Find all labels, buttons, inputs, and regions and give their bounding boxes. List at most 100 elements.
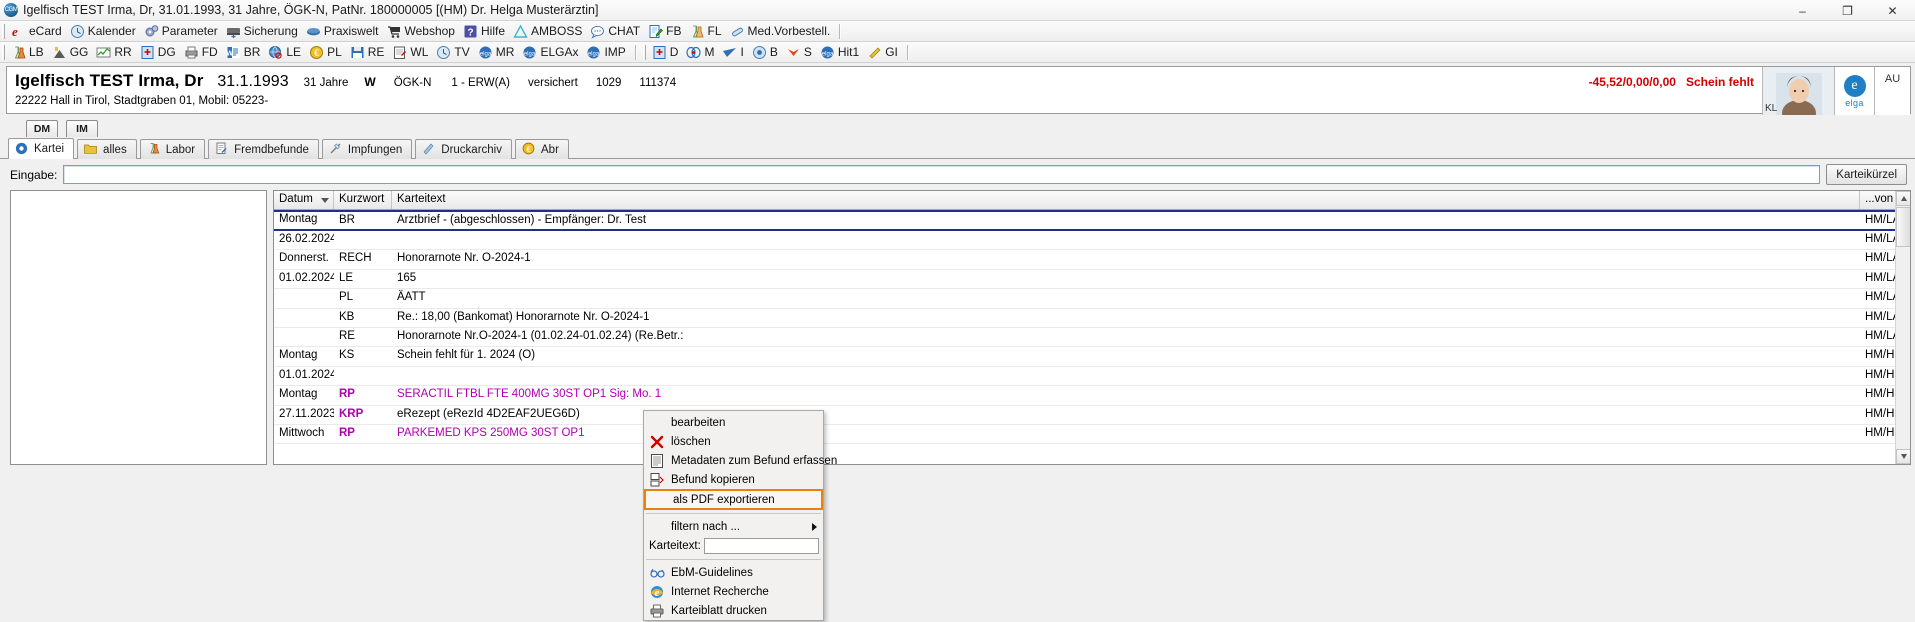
table-row[interactable]: Montag KS Schein fehlt für 1. 2024 (O) H…	[274, 347, 1910, 367]
shortcut-item-mr[interactable]: elga MR	[475, 43, 520, 62]
shortcut-item-pl[interactable]: € PL	[306, 43, 347, 62]
shortcut-item-b[interactable]: B	[749, 43, 783, 62]
table-row[interactable]: Montag RP SERACTIL FTBL FTE 400MG 30ST O…	[274, 386, 1910, 406]
toolbar-item-chat[interactable]: CHAT	[587, 22, 645, 41]
table-row[interactable]: Montag BR Arztbrief - (abgeschlossen) - …	[274, 210, 1910, 231]
patient-balance: -45,52/0,00/0,00	[1588, 75, 1676, 89]
shortcut-item-re[interactable]: RE	[347, 43, 390, 62]
mini-tab-im[interactable]: IM	[66, 120, 98, 137]
patient-dob: 31.1.1993	[217, 73, 289, 90]
shortcut-item-elgax[interactable]: elga ELGAx	[519, 43, 583, 62]
context-menu-item-ebm-guidelines[interactable]: EbM-Guidelines	[644, 563, 823, 582]
eingabe-input-field[interactable]	[64, 166, 1820, 183]
context-menu-label: Metadaten zum Befund erfassen	[671, 454, 838, 467]
shortcut-item-i[interactable]: I	[719, 43, 748, 62]
tab-alles[interactable]: alles	[77, 139, 137, 159]
elga-button[interactable]: e elga	[1834, 67, 1874, 115]
toolbar-item-sicherung[interactable]: Sicherung	[223, 22, 303, 41]
context-menu-item-internet-recherche[interactable]: e Internet Recherche	[644, 582, 823, 601]
context-menu-label: EbM-Guidelines	[671, 566, 753, 579]
shortcut-item-lb[interactable]: LB	[8, 43, 49, 62]
scrollbar-thumb[interactable]	[1896, 207, 1910, 247]
cell-kurzwort: PL	[334, 289, 392, 303]
column-header-karteitext[interactable]: Karteitext	[392, 191, 1860, 209]
shortcut-item-dg[interactable]: DG	[137, 43, 181, 62]
toolbar-item-fl[interactable]: FL	[686, 22, 726, 41]
shortcut-label: ELGAx	[540, 45, 579, 59]
toolbar-item-amboss[interactable]: AMBOSS	[510, 22, 587, 41]
shortcut-item-br[interactable]: W BR	[223, 43, 266, 62]
karteikuerzel-button[interactable]: Karteikürzel	[1826, 164, 1907, 185]
svg-text:elga: elga	[822, 51, 834, 57]
toolbar-grip[interactable]	[2, 23, 5, 39]
toolbar-item-praxiswelt[interactable]: Praxiswelt	[303, 22, 384, 41]
shortcut-item-imp[interactable]: elga IMP	[583, 43, 630, 62]
shortcut-item-gi[interactable]: GI	[864, 43, 903, 62]
shortcut-item-m[interactable]: M	[683, 43, 719, 62]
cell-datum: Montag	[279, 388, 318, 401]
toolbar-label: Sicherung	[243, 24, 298, 38]
column-header-datum[interactable]: Datum	[274, 191, 334, 209]
shortcut-item-hit1[interactable]: elga Hit1	[817, 43, 864, 62]
context-menu-item-befund-kopieren[interactable]: Befund kopieren	[644, 470, 823, 489]
tab-labor[interactable]: Labor	[139, 139, 206, 159]
table-row[interactable]: Mittwoch RP PARKEMED KPS 250MG 30ST OP1 …	[274, 425, 1910, 445]
window-titlebar: CGM Igelfisch TEST Irma, Dr, 31.01.1993,…	[0, 0, 1915, 21]
context-menu-item-karteiblatt-drucken[interactable]: Karteiblatt drucken	[644, 601, 823, 620]
table-row[interactable]: PL ÄATT HM/LA	[274, 289, 1910, 309]
mini-tab-dm[interactable]: DM	[26, 120, 58, 137]
table-row[interactable]: 27.11.2023 KRP eRezept (eRezId 4D2EAF2UE…	[274, 406, 1910, 425]
tab-druckarchiv[interactable]: Druckarchiv	[415, 139, 512, 159]
shortcut-item-d[interactable]: D	[649, 43, 684, 62]
left-detail-panel[interactable]	[10, 190, 267, 465]
scroll-up-button[interactable]	[1896, 191, 1910, 206]
toolbar-item-parameter[interactable]: Parameter	[141, 22, 223, 41]
vertical-scrollbar[interactable]	[1895, 191, 1910, 464]
shortcut-label: WL	[410, 45, 429, 59]
close-button[interactable]: ✕	[1870, 0, 1915, 21]
table-row[interactable]: Donnerst. RECH Honorarnote Nr. O-2024-1 …	[274, 250, 1910, 270]
table-row[interactable]: 01.01.2024 HM/HM	[274, 367, 1910, 387]
shortcut-item-rr[interactable]: RR	[93, 43, 136, 62]
tab-impfungen[interactable]: Impfungen	[321, 139, 413, 159]
toolbar-item-kalender[interactable]: Kalender	[67, 22, 141, 41]
folder-icon	[84, 142, 99, 157]
coin-icon: €	[309, 45, 324, 60]
context-menu-item-als-pdf-exportieren[interactable]: als PDF exportieren	[644, 489, 823, 510]
shortcut-item-gg[interactable]: GG	[49, 43, 94, 62]
shortcut-item-wl[interactable]: WL	[389, 43, 433, 62]
cell-datum: 26.02.2024	[279, 233, 334, 245]
karteitext-filter-input[interactable]	[703, 538, 819, 554]
toolbar-grip[interactable]	[2, 44, 5, 60]
context-menu-item-bearbeiten[interactable]: bearbeiten	[644, 413, 823, 432]
toolbar-item-fb[interactable]: FB	[645, 22, 686, 41]
tab-kartei[interactable]: Kartei	[8, 138, 75, 159]
table-row[interactable]: 01.02.2024 LE 165 HM/LA	[274, 270, 1910, 290]
eingabe-input[interactable]	[63, 165, 1821, 184]
shortcut-item-le[interactable]: LE	[265, 43, 306, 62]
column-header-kurzwort[interactable]: Kurzwort	[334, 191, 392, 209]
table-row[interactable]: RE Honorarnote Nr.O-2024-1 (01.02.24-01.…	[274, 328, 1910, 348]
shortcut-item-fd[interactable]: FD	[181, 43, 223, 62]
toolbar-item-hilfe[interactable]: ? Hilfe	[460, 22, 510, 41]
toolbar-grip[interactable]	[642, 44, 646, 60]
minimize-button[interactable]: –	[1780, 0, 1825, 21]
table-row[interactable]: KB Re.: 18,00 (Bankomat) Honorarnote Nr.…	[274, 309, 1910, 328]
toolbar-item-ecard[interactable]: e eCard	[8, 22, 67, 41]
patient-photo[interactable]: KL	[1762, 67, 1834, 115]
sort-descending-icon	[321, 198, 329, 203]
context-menu-item-filtern-nach[interactable]: filtern nach ...	[644, 517, 823, 536]
shortcut-item-tv[interactable]: TV	[433, 43, 474, 62]
table-row[interactable]: 26.02.2024 HM/LA	[274, 231, 1910, 251]
tab-fremdbefunde[interactable]: Fremdbefunde	[208, 139, 319, 159]
content-area: Datum Kurzwort Karteitext ...von Montag …	[0, 190, 1915, 621]
context-menu-item-metadaten[interactable]: Metadaten zum Befund erfassen	[644, 451, 837, 470]
toolbar-item-webshop[interactable]: Webshop	[384, 22, 460, 41]
tab-abr[interactable]: € Abr	[515, 139, 569, 159]
toolbar-item-med-vorbestell[interactable]: Med.Vorbestell.	[727, 22, 836, 41]
maximize-button[interactable]: ❐	[1825, 0, 1870, 21]
au-indicator[interactable]: AU	[1874, 67, 1910, 115]
context-menu-item-loeschen[interactable]: löschen	[644, 432, 823, 451]
scroll-down-button[interactable]	[1896, 449, 1910, 464]
shortcut-item-s[interactable]: S	[783, 43, 817, 62]
